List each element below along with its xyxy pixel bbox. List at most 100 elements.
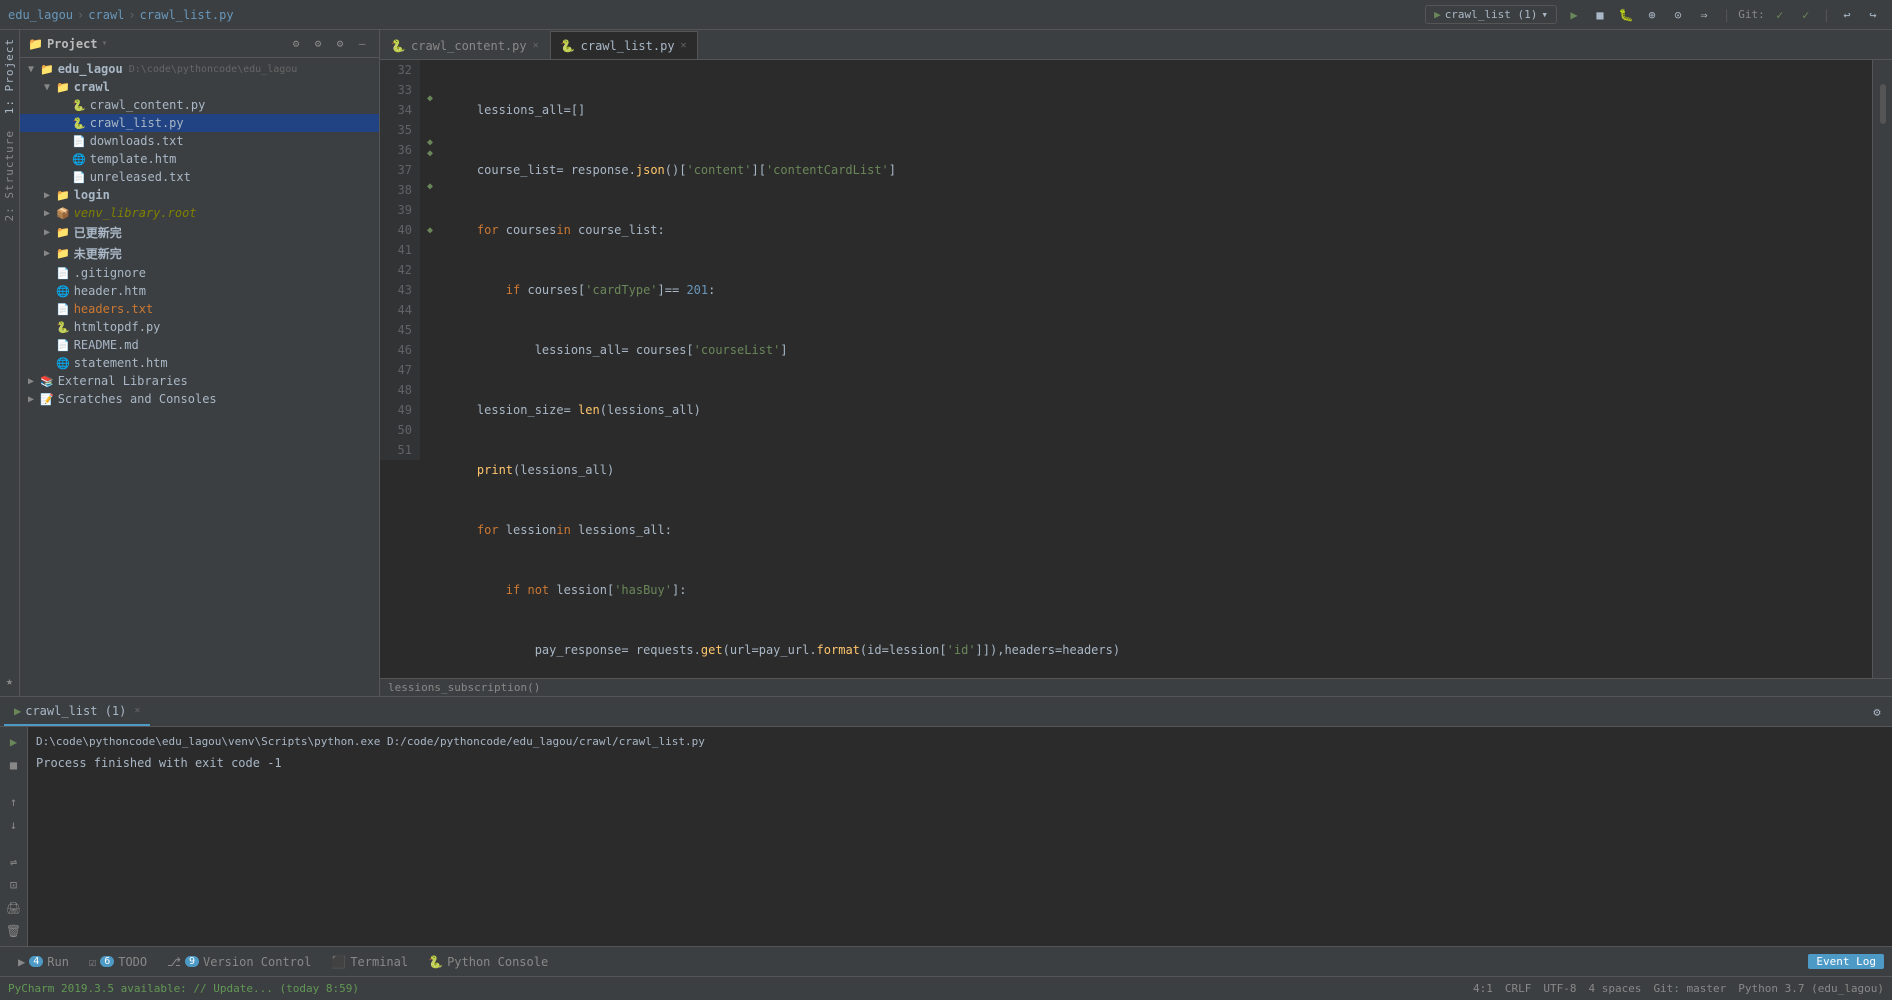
stop-button[interactable]: ■ — [1589, 4, 1611, 26]
tab-close-2[interactable]: ✕ — [681, 40, 687, 51]
tree-crawl[interactable]: ▼ 📁 crawl — [20, 78, 379, 96]
tree-venv[interactable]: ▶ 📦 venv_library.root — [20, 204, 379, 222]
tabs-bar: 🐍 crawl_content.py ✕ 🐍 crawl_list.py ✕ — [380, 30, 1892, 60]
git-check1[interactable]: ✓ — [1769, 4, 1791, 26]
event-log-button[interactable]: Event Log — [1808, 954, 1884, 969]
coverage-button[interactable]: ⊕ — [1641, 4, 1663, 26]
breadcrumb-crawl[interactable]: crawl — [88, 8, 124, 22]
gear-icon[interactable]: ⚙ — [331, 35, 349, 53]
gutter-markers: ◆ ◆ ◆ ◆ ◆ — [420, 60, 440, 460]
indent[interactable]: 4 spaces — [1588, 982, 1641, 995]
run-config[interactable]: ▶ crawl_list (1) ▾ — [1425, 5, 1557, 24]
run-button[interactable]: ▶ — [1563, 4, 1585, 26]
tree-statement[interactable]: 🌐 statement.htm — [20, 354, 379, 372]
tool-tab-todo[interactable]: ☑ 6 TODO — [79, 948, 157, 976]
python-version[interactable]: Python 3.7 (edu_lagou) — [1738, 982, 1884, 995]
project-icon: 📁 — [40, 63, 54, 76]
run-wrap-icon[interactable]: ⇌ — [3, 851, 25, 872]
run-panel-content: ▶ ■ ↑ ↓ ⇌ ⊡ 🖨 🗑 D:\code\pythoncode\edu_l… — [0, 727, 1892, 946]
terminal-icon: ⬛ — [331, 955, 346, 969]
right-scrollbar[interactable] — [1872, 60, 1892, 678]
breadcrumb-edu[interactable]: edu_lagou — [8, 8, 73, 22]
status-bar: PyCharm 2019.3.5 available: // Update...… — [0, 976, 1892, 1000]
git-check2[interactable]: ✓ — [1795, 4, 1817, 26]
line-ending[interactable]: CRLF — [1505, 982, 1532, 995]
run-command-text: D:\code\pythoncode\edu_lagou\venv\Script… — [36, 735, 1884, 748]
undo-button[interactable]: ↩ — [1836, 4, 1858, 26]
run-settings-icon[interactable]: ⚙ — [1866, 701, 1888, 723]
encoding[interactable]: UTF-8 — [1543, 982, 1576, 995]
vscroll-thumb[interactable] — [1880, 84, 1886, 124]
favorites-icon[interactable]: ★ — [3, 674, 17, 688]
tree-headers-txt[interactable]: 📄 headers.txt — [20, 300, 379, 318]
run-icon: ▶ — [14, 704, 21, 718]
tree-not-updated[interactable]: ▶ 📁 未更新完 — [20, 243, 379, 264]
run-up-icon[interactable]: ↑ — [3, 791, 25, 812]
status-left: PyCharm 2019.3.5 available: // Update...… — [8, 982, 359, 995]
minimize-icon[interactable]: — — [353, 35, 371, 53]
tree-login[interactable]: ▶ 📁 login — [20, 186, 379, 204]
tree-template[interactable]: 🌐 template.htm — [20, 150, 379, 168]
sync-icon[interactable]: ⚙ — [287, 35, 305, 53]
profile-button[interactable]: ⊙ — [1667, 4, 1689, 26]
tree-crawl-list[interactable]: 🐍 crawl_list.py — [20, 114, 379, 132]
left-vertical-bar: 1: Project 2: Structure ★ — [0, 30, 20, 696]
tree-root[interactable]: ▼ 📁 edu_lagou D:\code\pythoncode\edu_lag… — [20, 60, 379, 78]
run-print-icon[interactable]: 🖨 — [3, 898, 25, 919]
tab-crawl-content[interactable]: 🐍 crawl_content.py ✕ — [380, 31, 550, 59]
tree-scratches[interactable]: ▶ 📝 Scratches and Consoles — [20, 390, 379, 408]
tool-tab-python-console[interactable]: 🐍 Python Console — [418, 948, 558, 976]
code-tooltip: lessions_subscription() — [380, 678, 1892, 696]
git-label: Git: — [1738, 8, 1765, 21]
toolbar-icons: ▶ ■ 🐛 ⊕ ⊙ ⇒ | Git: ✓ ✓ | ↩ ↪ — [1563, 4, 1884, 26]
line-numbers-gutter: 32 33 34 35 36 37 38 39 40 41 42 43 44 4… — [380, 60, 440, 678]
tab-close-1[interactable]: ✕ — [533, 40, 539, 51]
header-icon: 🌐 — [56, 285, 70, 298]
tree-header[interactable]: 🌐 header.htm — [20, 282, 379, 300]
tool-tab-run[interactable]: ▶ 4 Run — [8, 948, 79, 976]
python-console-icon: 🐍 — [428, 955, 443, 969]
code-line-37: lession_size = len(lessions_all) — [448, 400, 1864, 420]
run-tab[interactable]: ▶ crawl_list (1) ✕ — [4, 698, 150, 726]
bottom-toolbar: ▶ 4 Run ☑ 6 TODO ⎇ 9 Version Control ⬛ T… — [0, 946, 1892, 976]
cursor-position[interactable]: 4:1 — [1473, 982, 1493, 995]
tree-external-libs[interactable]: ▶ 📚 External Libraries — [20, 372, 379, 390]
run-tab-close[interactable]: ✕ — [134, 705, 140, 716]
tree-crawl-content[interactable]: 🐍 crawl_content.py — [20, 96, 379, 114]
run-result-text: Process finished with exit code -1 — [36, 756, 1884, 770]
run-down-icon[interactable]: ↓ — [3, 814, 25, 835]
run-config-label: crawl_list (1) — [1445, 8, 1538, 21]
run-play-icon[interactable]: ▶ — [3, 731, 25, 752]
run-config-arrow[interactable]: ▾ — [1541, 8, 1548, 21]
tab-crawl-list[interactable]: 🐍 crawl_list.py ✕ — [550, 31, 698, 59]
run-stop-icon[interactable]: ■ — [3, 754, 25, 775]
code-line-38: print(lessions_all) — [448, 460, 1864, 480]
bottom-panel-settings: ⚙ — [1866, 701, 1888, 723]
venv-icon: 📦 — [56, 207, 70, 220]
tree-downloads[interactable]: 📄 downloads.txt — [20, 132, 379, 150]
breadcrumb-file[interactable]: crawl_list.py — [140, 8, 234, 22]
tree-gitignore[interactable]: 📄 .gitignore — [20, 264, 379, 282]
txt-file-icon-2: 📄 — [72, 171, 86, 184]
python-file-icon: 🐍 — [72, 99, 86, 112]
tree-htmltopdf[interactable]: 🐍 htmltopdf.py — [20, 318, 379, 336]
run-filter-icon[interactable]: ⊡ — [3, 874, 25, 895]
project-tab-label[interactable]: 1: Project — [3, 30, 16, 122]
tool-tab-vcs[interactable]: ⎇ 9 Version Control — [157, 948, 321, 976]
tree-updated[interactable]: ▶ 📁 已更新完 — [20, 222, 379, 243]
run-trash-icon[interactable]: 🗑 — [3, 921, 25, 942]
todo-icon: ☑ — [89, 955, 96, 969]
settings-icon[interactable]: ⚙ — [309, 35, 327, 53]
project-header-icons: ⚙ ⚙ ⚙ — — [287, 35, 371, 53]
code-content[interactable]: lessions_all = [] course_list = response… — [440, 60, 1872, 678]
redo-button[interactable]: ↪ — [1862, 4, 1884, 26]
step-button[interactable]: ⇒ — [1693, 4, 1715, 26]
tree-unreleased[interactable]: 📄 unreleased.txt — [20, 168, 379, 186]
update-text[interactable]: PyCharm 2019.3.5 available: // Update...… — [8, 982, 359, 995]
code-editor[interactable]: 32 33 34 35 36 37 38 39 40 41 42 43 44 4… — [380, 60, 1892, 678]
structure-tab-label[interactable]: 2: Structure — [3, 122, 16, 229]
tree-readme[interactable]: 📄 README.md — [20, 336, 379, 354]
debug-button[interactable]: 🐛 — [1615, 4, 1637, 26]
tool-tab-terminal[interactable]: ⬛ Terminal — [321, 948, 418, 976]
git-branch[interactable]: Git: master — [1653, 982, 1726, 995]
